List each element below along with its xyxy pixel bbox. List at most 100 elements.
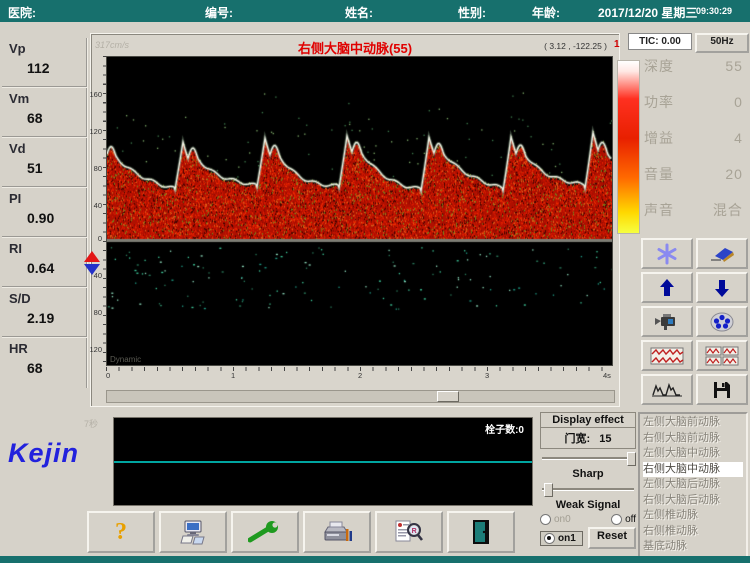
sound-value: 混合 [707,200,743,220]
sharp-slider-thumb[interactable] [544,483,553,497]
vm-label: Vm [9,91,86,106]
y-tick-80: 80 [94,164,102,173]
sound-label: 声音 [644,200,702,220]
measure-pi: PI 0.90 [2,188,88,238]
artery-item-l-pca[interactable]: 左侧大脑后动脉 [643,477,746,493]
embolus-count: 栓子数:0 [485,421,524,436]
radio-off-label: off [625,514,636,525]
report-button[interactable] [159,511,227,553]
x-tick-0: 0 [106,371,110,380]
print-button[interactable] [303,511,371,553]
freeze-button[interactable] [641,238,693,269]
radio-on0[interactable]: on0 [540,514,571,525]
measurement-sidebar: Vp 112 Vm 68 Vd 51 PI 0.90 RI 0.64 S/D 2… [2,38,88,388]
artery-item-basilar[interactable]: 基底动脉 [643,539,746,555]
artery-item-r-pca[interactable]: 右侧大脑后动脉 [643,493,746,509]
spectral-panel: 317cm/s 右侧大脑中动脉(55) ( 3.12 , -122.25 ) 1… [90,33,620,407]
single-trace-button[interactable] [641,340,693,371]
param-power: 功率 0 [644,92,746,128]
spectral-display[interactable]: Dynamic [106,56,613,366]
artery-item-r-mca-selected[interactable]: 右侧大脑中动脉 [643,462,743,478]
artery-item-r-aca[interactable]: 右侧大脑前动脉 [643,431,746,447]
report-preview-icon: R [394,519,424,545]
measure-vp: Vp 112 [2,38,88,88]
age-label: 年龄: [532,4,560,21]
depth-label: 深度 [644,56,702,76]
intensity-colorbar [617,60,640,234]
camera-icon [653,313,681,331]
patient-id-label: 编号: [205,4,233,21]
multi-trace-button[interactable] [696,340,748,371]
help-icon: ? [115,519,127,546]
x-tick-2: 2 [358,371,362,380]
scrollbar-thumb[interactable] [437,391,459,402]
scale-down-button[interactable] [696,272,748,303]
playback-button[interactable] [696,306,748,337]
measure-hr: HR 68 [2,338,88,388]
wrench-icon [248,521,282,543]
help-button[interactable]: ? [87,511,155,553]
artery-list[interactable]: 左侧大脑前动脉 右侧大脑前动脉 左侧大脑中动脉 右侧大脑中动脉 左侧大脑后动脉 … [638,412,748,558]
artery-item-l-aca[interactable]: 左侧大脑前动脉 [643,415,746,431]
exit-button[interactable] [447,511,515,553]
gate-width-slider[interactable] [542,452,634,464]
sharp-slider[interactable] [542,483,634,495]
envelope-button[interactable] [641,374,693,405]
measure-vd: Vd 51 [2,138,88,188]
baseline-up-arrow-icon [84,251,100,262]
exit-door-icon [472,519,490,545]
y-tick-n120: 120 [89,345,102,354]
radio-on1-dot-icon [544,533,555,544]
frequency-button[interactable]: 50Hz [695,33,749,53]
x-axis: 0 1 2 3 4s [106,367,613,383]
hr-label: HR [9,341,86,356]
power-label: 功率 [644,92,702,112]
multi-trace-icon [705,346,739,366]
embolus-time-label: 7秒 [84,417,98,430]
tools-button[interactable] [231,511,299,553]
power-value: 0 [707,94,743,110]
gate-width-value: 15 [599,433,611,445]
preview-button[interactable]: R [375,511,443,553]
film-reel-icon [709,311,735,333]
baseline-arrows[interactable] [84,251,102,281]
display-effect-title: Display effect [540,412,636,428]
artery-item-r-vertebral[interactable]: 右侧椎动脉 [643,524,746,540]
doppler-waveform [107,57,612,365]
radio-off[interactable]: off [611,514,636,525]
record-button[interactable] [641,306,693,337]
slider-track [542,488,634,491]
reset-button[interactable]: Reset [588,527,636,549]
printer-icon [320,519,354,545]
gate-width-label: 门宽: [565,433,591,445]
computer-report-icon [178,519,208,545]
clear-button[interactable] [696,238,748,269]
param-depth: 深度 55 [644,56,746,92]
param-volume: 音量 20 [644,164,746,200]
y-tick-120: 120 [89,127,102,136]
radio-on1[interactable]: on1 [540,531,583,546]
save-button[interactable] [696,374,748,405]
title-bar: 医院: 编号: 姓名: 性别: 年龄: 2017/12/20 星期三 09:30… [0,0,750,22]
measure-ri: RI 0.64 [2,238,88,288]
envelope-trace-icon [652,382,682,398]
artery-item-l-vertebral[interactable]: 左侧椎动脉 [643,508,746,524]
snowflake-icon [656,243,678,265]
y-tick-160: 160 [89,90,102,99]
display-effect-panel: Display effect 门宽: 15 Sharp Weak Signal … [540,412,636,549]
spectral-scrollbar[interactable] [106,390,615,403]
cursor-coordinates: ( 3.12 , -122.25 ) [544,41,607,51]
param-sound: 声音 混合 [644,200,746,236]
scale-up-button[interactable] [641,272,693,303]
pi-label: PI [9,191,86,206]
y-tick-n80: 80 [94,308,102,317]
svg-text:R: R [412,528,417,535]
param-gain: 增益 4 [644,128,746,164]
pi-value: 0.90 [27,210,86,226]
gate-width-slider-thumb[interactable] [627,452,636,466]
weak-signal-label: Weak Signal [540,499,636,511]
artery-item-l-mca[interactable]: 左侧大脑中动脉 [643,446,746,462]
acquisition-params: 深度 55 功率 0 增益 4 音量 20 声音 混合 [644,56,746,236]
radio-on0-dot-icon [540,514,551,525]
up-arrow-icon [659,278,675,298]
